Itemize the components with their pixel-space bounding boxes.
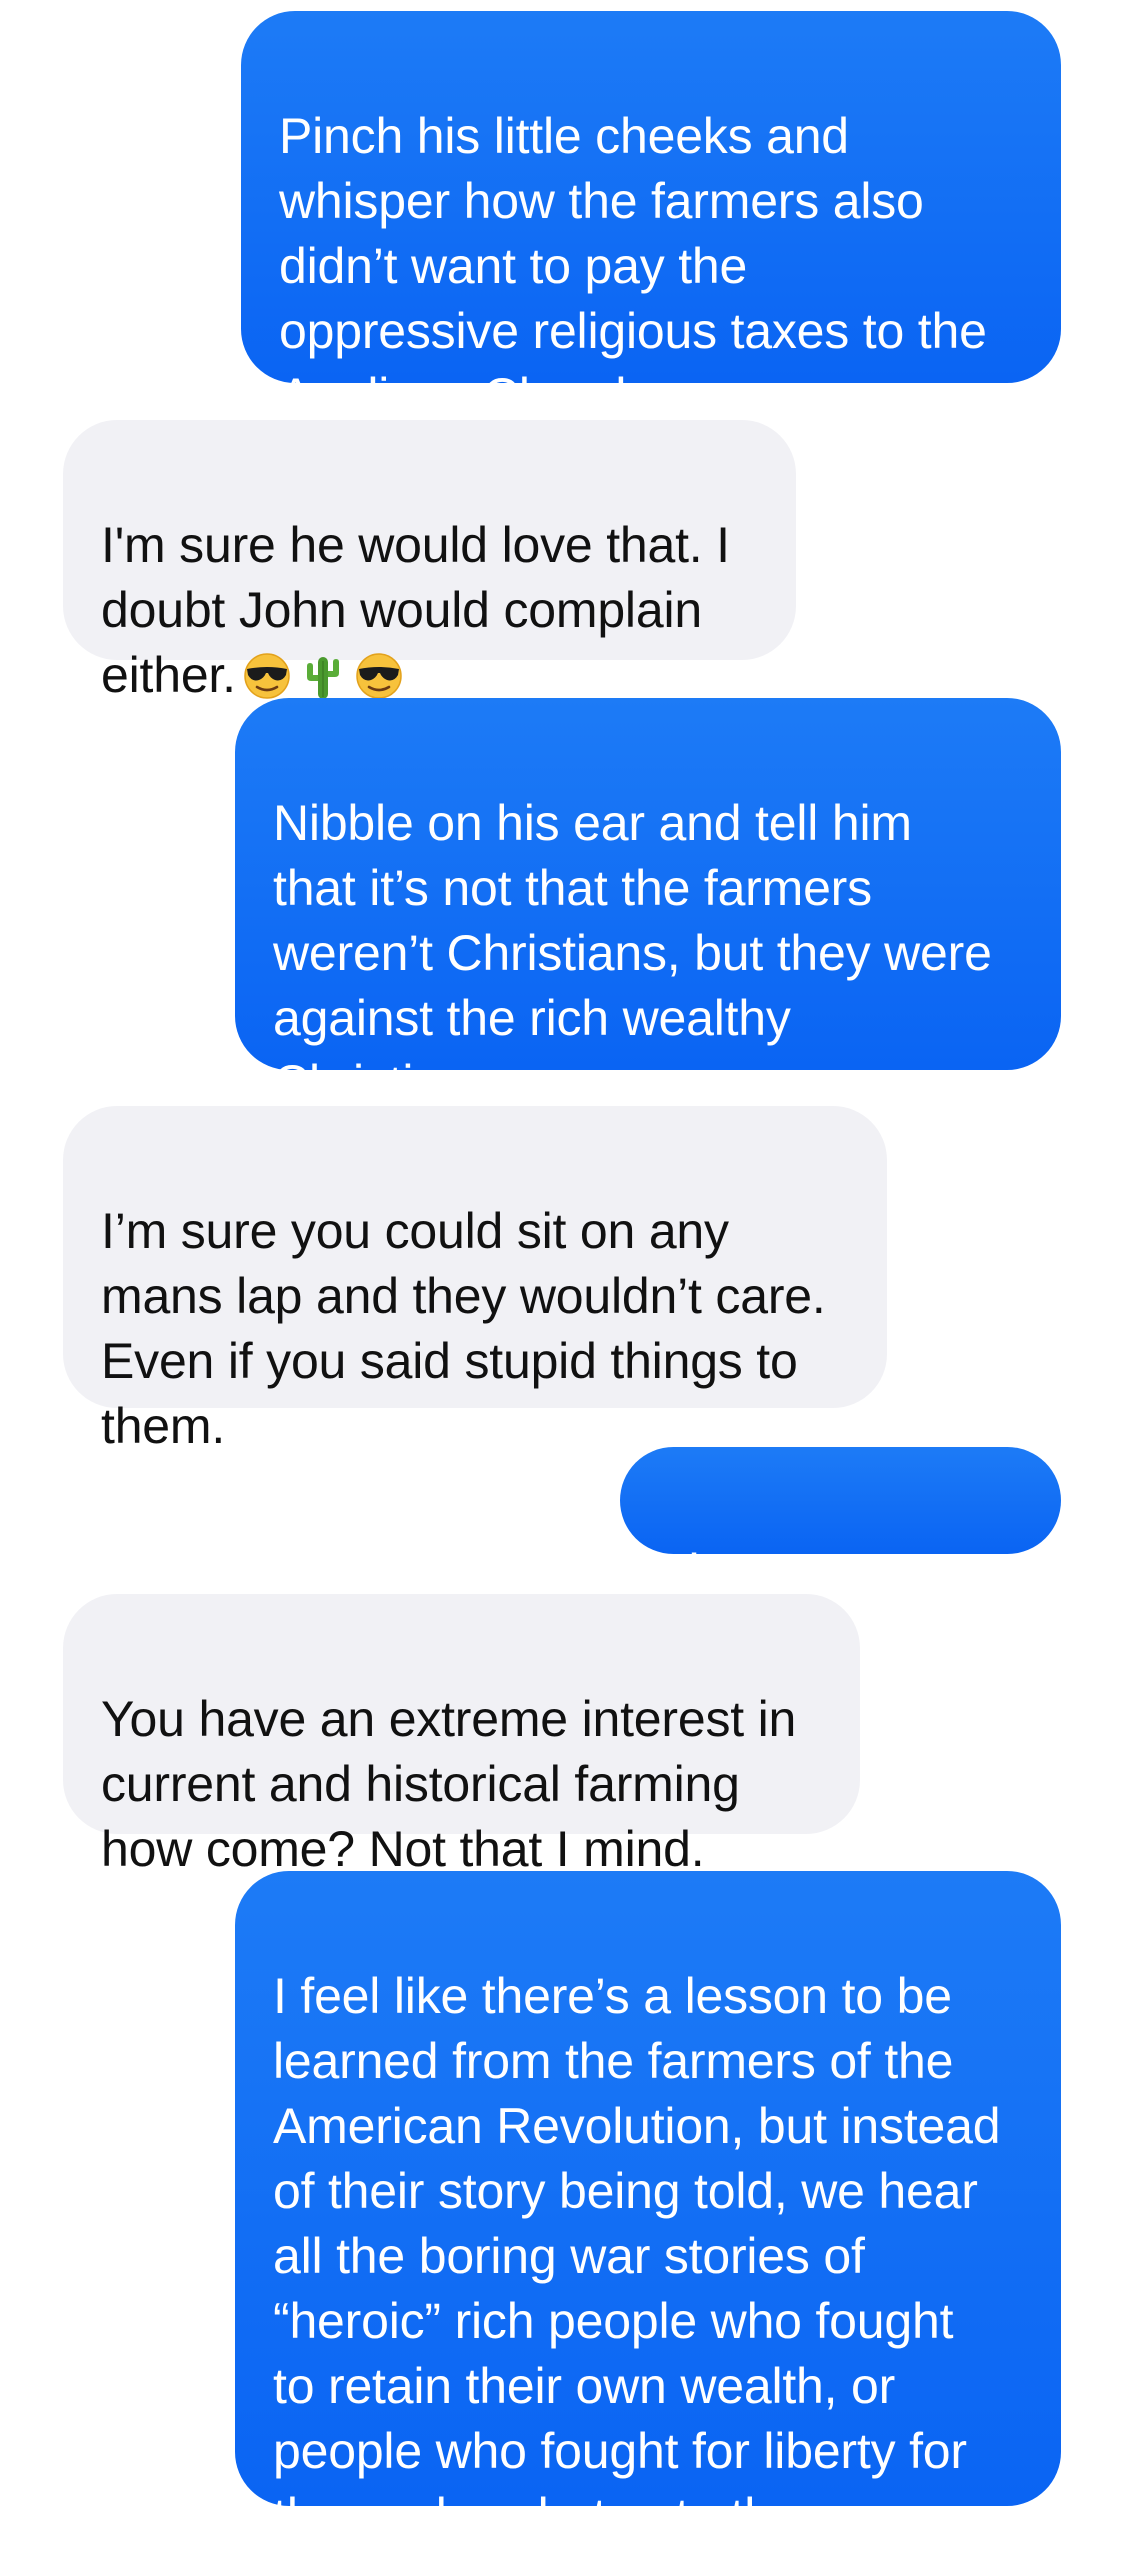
message-text: I'm sure he would love that. I doubt Joh…	[101, 517, 730, 703]
sent-message-bubble[interactable]: That’s so sweet.	[620, 1447, 1061, 1600]
message-text: I feel like there’s a lesson to be learn…	[273, 1968, 1001, 2544]
smiling-face-with-sunglasses-icon	[242, 651, 292, 701]
message-text: You have an extreme interest in current …	[101, 1691, 797, 1877]
smiling-face-with-sunglasses-icon	[354, 651, 404, 701]
message-text: Nibble on his ear and tell him that it’s…	[273, 795, 992, 1111]
sent-message-bubble[interactable]: Nibble on his ear and tell him that it’s…	[235, 698, 1061, 1111]
cactus-icon	[298, 651, 348, 701]
message-text: That’s so sweet.	[658, 1544, 1016, 1600]
message-thread: Pinch his little cheeks and whisper how …	[0, 0, 1141, 2544]
received-message-bubble[interactable]: I'm sure he would love that. I doubt Joh…	[63, 420, 796, 703]
sent-message-bubble[interactable]: Pinch his little cheeks and whisper how …	[241, 11, 1061, 424]
message-text: I’m sure you could sit on any mans lap a…	[101, 1203, 826, 1454]
received-message-bubble[interactable]: You have an extreme interest in current …	[63, 1594, 860, 1877]
message-text: Pinch his little cheeks and whisper how …	[279, 108, 987, 424]
sent-message-bubble[interactable]: I feel like there’s a lesson to be learn…	[235, 1871, 1061, 2544]
received-message-bubble[interactable]: I’m sure you could sit on any mans lap a…	[63, 1106, 887, 1454]
